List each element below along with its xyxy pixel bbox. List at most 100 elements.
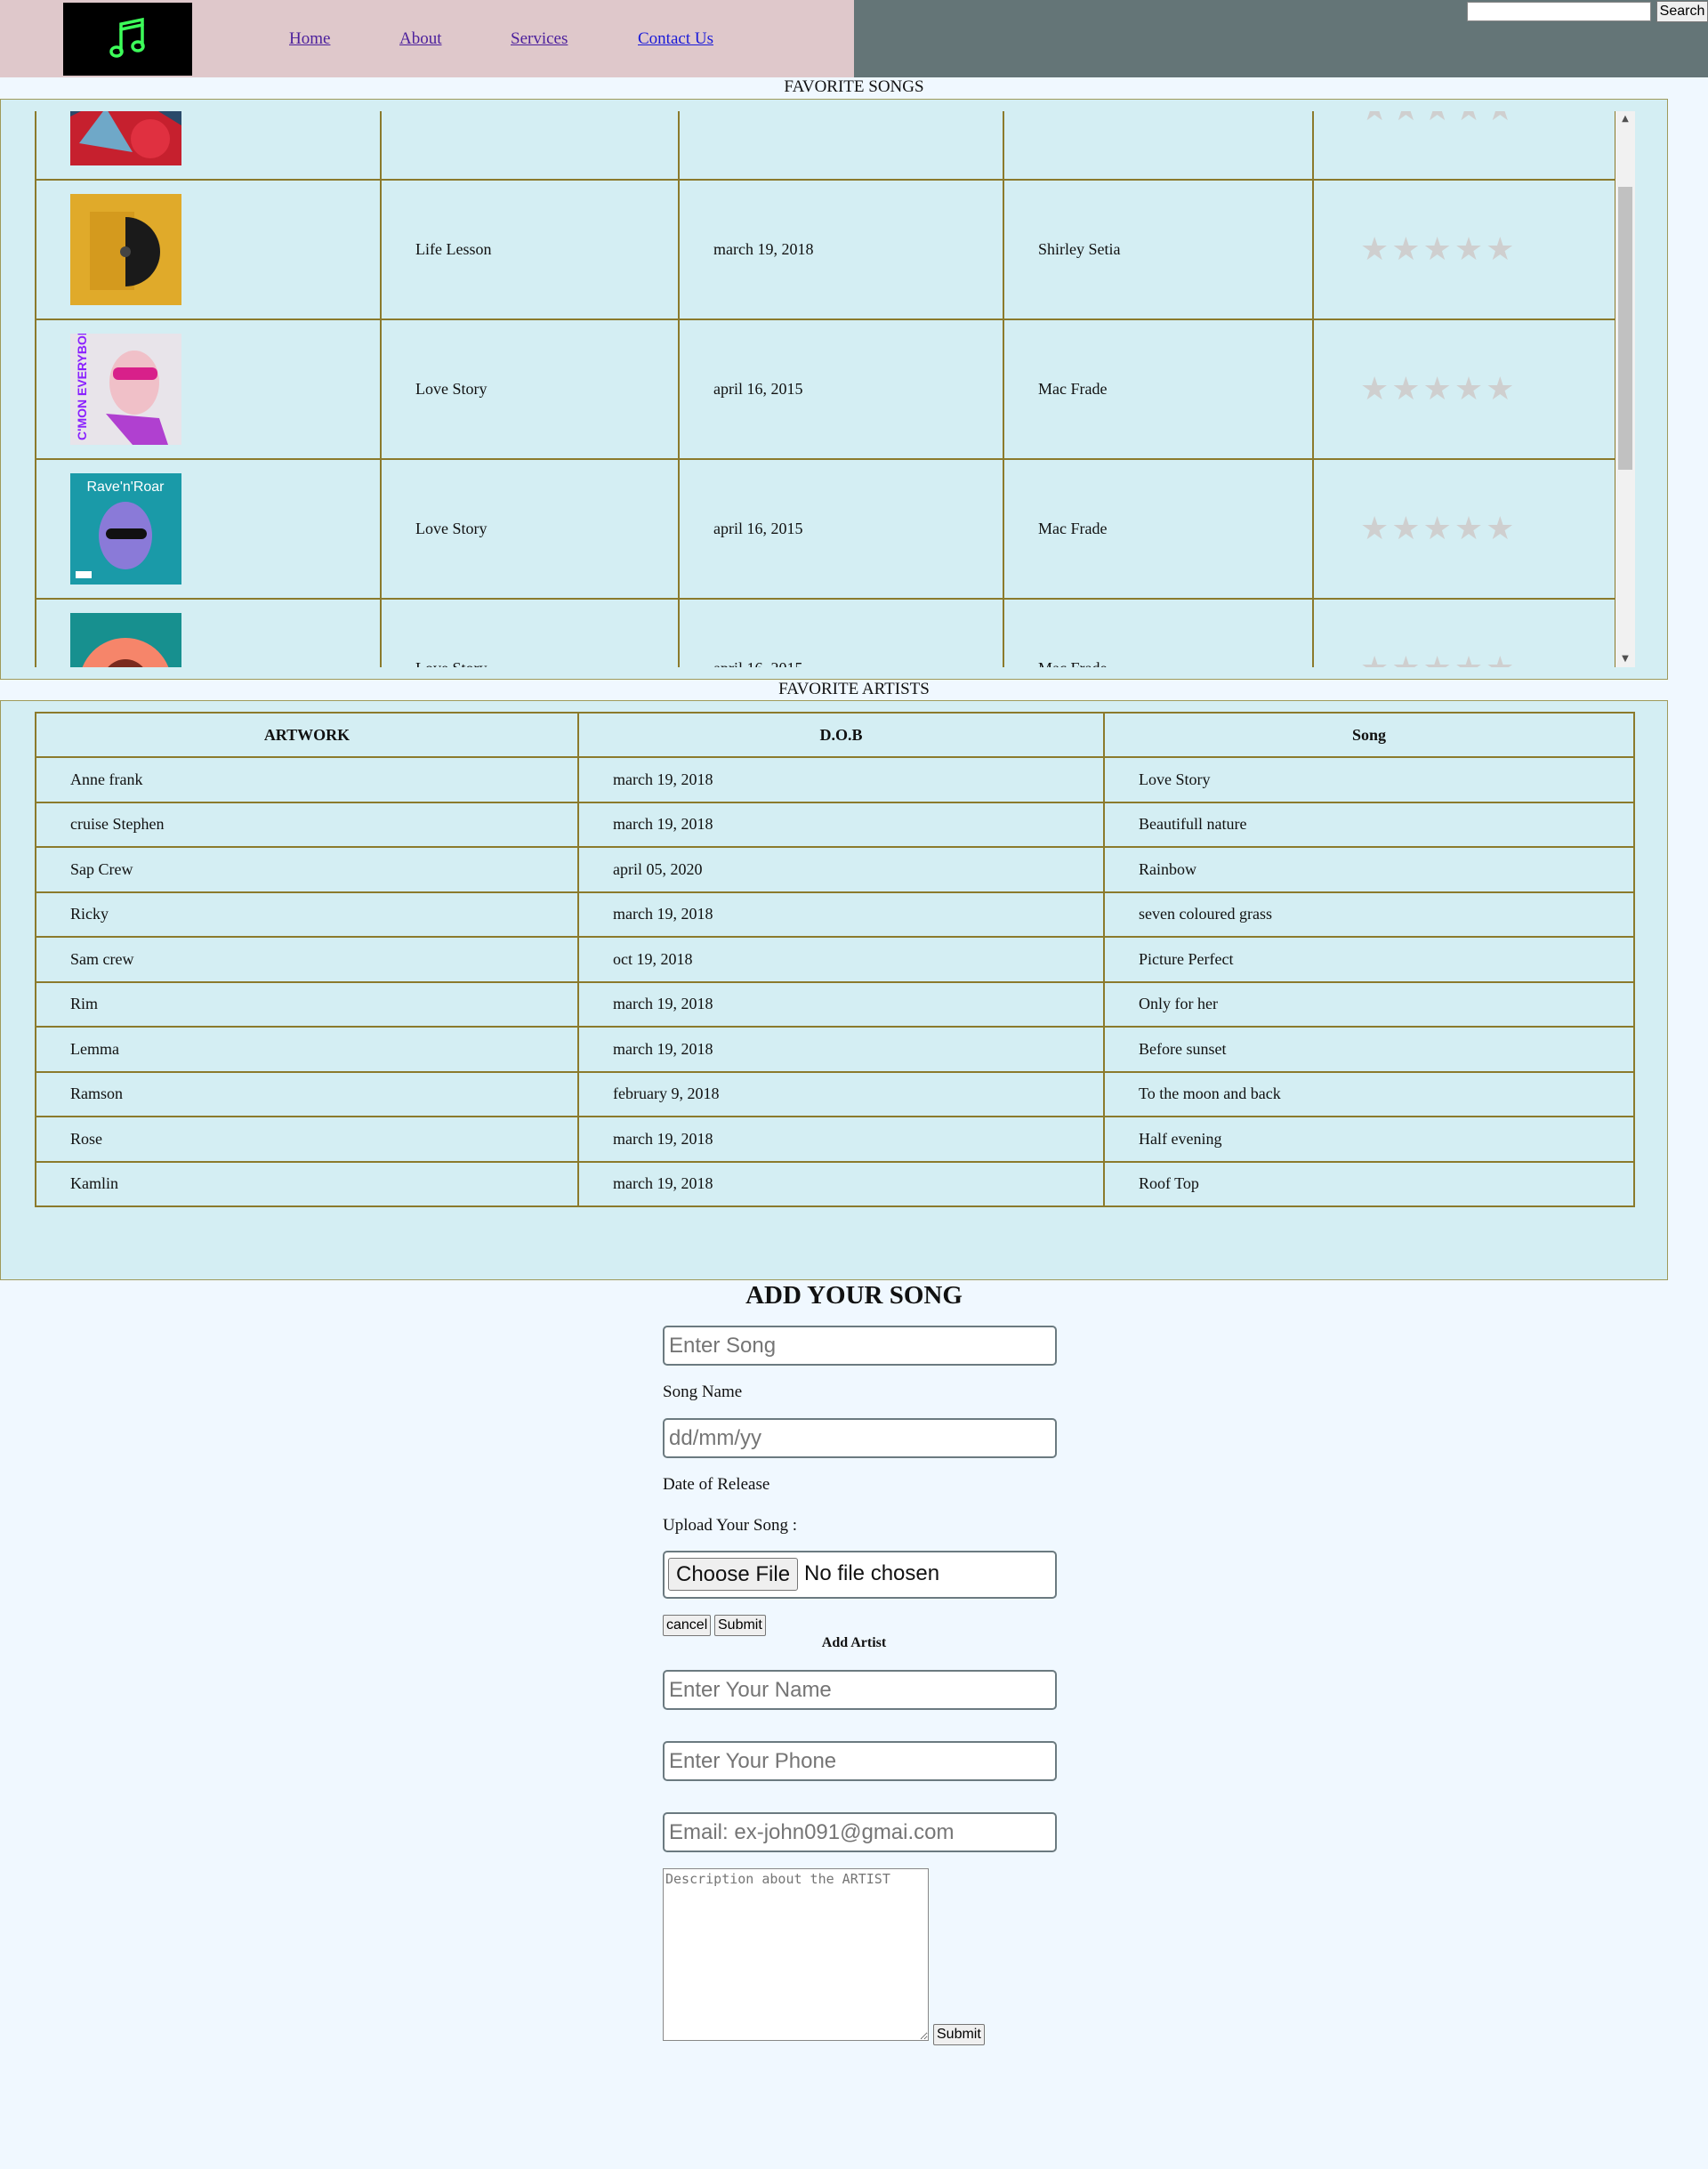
artists-table: ARTWORK D.O.B Song Anne frank march 19, 2… [35,712,1635,1207]
choose-file-button[interactable]: Choose File [668,1558,799,1591]
artist-name: Ramson [35,1070,579,1117]
artist-song: Half evening [1103,1116,1635,1163]
submit-artist-button[interactable]: Submit [933,2024,985,2045]
song-date [678,111,1004,181]
song-date: april 16, 2015 [678,458,1004,600]
album-cover-image: Rave'n'Roar [70,473,181,585]
song-artist: Mac Frade [1003,458,1314,600]
songs-section-title: FAVORITE SONGS [784,77,924,96]
artist-description-textarea[interactable] [663,1868,929,2041]
column-header: ARTWORK [35,712,579,758]
songs-table: ★★★★★ Life Lesson march 19, 2018 Shirley… [35,111,1616,667]
song-artist: Mac Frade [1003,598,1314,667]
artist-dob: march 19, 2018 [577,1026,1105,1073]
rating-stars[interactable]: ★★★★★ [1360,511,1517,547]
album-cover-image [70,613,181,667]
column-header: D.O.B [577,712,1105,758]
song-row: Rave'n'Roar Love Story april 16, 2015 Ma… [35,458,1616,600]
release-date-input[interactable] [663,1418,1057,1458]
search-input[interactable] [1467,2,1651,21]
table-row: Sam crew oct 19, 2018 Picture Perfect [35,936,1635,983]
song-date: april 16, 2015 [678,318,1004,460]
column-header: Song [1103,712,1635,758]
table-row: Kamlin march 19, 2018 Roof Top [35,1160,1635,1207]
nav-services-link[interactable]: Services [511,29,568,49]
song-artist: Mac Frade [1003,318,1314,460]
submit-song-button[interactable]: Submit [714,1615,766,1636]
song-artist [1003,111,1314,181]
logo[interactable] [63,3,192,76]
artist-name: Anne frank [35,756,579,803]
search-button[interactable]: Search [1656,1,1708,22]
artist-dob: march 19, 2018 [577,980,1105,1028]
song-title: Love Story [380,598,680,667]
scrollbar-thumb[interactable] [1618,187,1632,470]
song-name-input[interactable] [663,1326,1057,1366]
cover-text: C'MON EVERYBODY [75,334,89,440]
file-status-text: No file chosen [804,1561,940,1585]
file-upload-field[interactable]: Choose File No file chosen [663,1551,1057,1599]
artists-section-title: FAVORITE ARTISTS [778,680,930,698]
upload-song-label: Upload Your Song : [663,1516,797,1535]
rating-stars[interactable]: ★★★★★ [1360,371,1517,407]
rating-stars[interactable]: ★★★★★ [1360,231,1517,268]
artist-dob: march 19, 2018 [577,801,1105,848]
songs-panel: ★★★★★ Life Lesson march 19, 2018 Shirley… [0,99,1668,680]
add-artist-title: Add Artist [821,1635,887,1650]
album-cover-image: C'MON EVERYBODY [70,334,181,445]
song-row: Love Story april 16, 2015 Mac Frade ★★★★… [35,598,1616,667]
artist-song: Only for her [1103,980,1635,1028]
artist-song: Love Story [1103,756,1635,803]
song-row: Life Lesson march 19, 2018 Shirley Setia… [35,179,1616,320]
artist-song: Before sunset [1103,1026,1635,1073]
artist-dob: march 19, 2018 [577,891,1105,938]
song-row: C'MON EVERYBODY Love Story april 16, 201… [35,318,1616,460]
artist-song: Picture Perfect [1103,936,1635,983]
table-row: Ricky march 19, 2018 seven coloured grass [35,891,1635,938]
table-header-row: ARTWORK D.O.B Song [35,712,1635,758]
songs-scrollbar[interactable]: ▲ ▼ [1615,111,1635,667]
table-row: Ramson february 9, 2018 To the moon and ba… [35,1070,1635,1117]
scroll-down-arrow-icon[interactable]: ▼ [1615,651,1635,667]
song-title [380,111,680,181]
album-cover-image [70,194,181,305]
table-row: Lemma march 19, 2018 Before sunset [35,1026,1635,1073]
song-title: Life Lesson [380,179,680,320]
song-title: Love Story [380,318,680,460]
artist-name-input[interactable] [663,1670,1057,1710]
artist-phone-input[interactable] [663,1741,1057,1781]
release-date-label: Date of Release [663,1475,770,1494]
artists-panel: ARTWORK D.O.B Song Anne frank march 19, 2… [0,700,1668,1280]
add-song-title: ADD YOUR SONG [745,1281,963,1310]
artist-song: Rainbow [1103,846,1635,893]
artist-name: Sam crew [35,936,579,983]
song-name-label: Song Name [663,1383,743,1401]
table-row: Anne frank march 19, 2018 Love Story [35,756,1635,803]
artist-name: Kamlin [35,1160,579,1207]
song-date: march 19, 2018 [678,179,1004,320]
rating-stars[interactable]: ★★★★★ [1360,650,1517,667]
table-row: cruise Stephen march 19, 2018 Beautifull n… [35,801,1635,848]
songs-scroll-area[interactable]: ★★★★★ Life Lesson march 19, 2018 Shirley… [35,111,1635,667]
artist-dob: february 9, 2018 [577,1070,1105,1117]
rating-stars[interactable]: ★★★★★ [1360,111,1517,128]
nav-home-link[interactable]: Home [289,29,330,49]
artist-name: Lemma [35,1026,579,1073]
artist-name: cruise Stephen [35,801,579,848]
song-artist: Shirley Setia [1003,179,1314,320]
song-title: Love Story [380,458,680,600]
scroll-up-arrow-icon[interactable]: ▲ [1615,111,1635,127]
nav-contact-link[interactable]: Contact Us [638,29,713,49]
cover-text: Rave'n'Roar [86,480,165,495]
artist-dob: march 19, 2018 [577,756,1105,803]
artist-email-input[interactable] [663,1812,1057,1852]
song-row: ★★★★★ [35,111,1616,181]
artist-dob: march 19, 2018 [577,1116,1105,1163]
artist-song: Beautifull nature [1103,801,1635,848]
nav-about-link[interactable]: About [399,29,442,49]
table-row: Sap Crew april 05, 2020 Rainbow [35,846,1635,893]
cancel-button[interactable]: cancel [663,1615,712,1636]
artist-dob: oct 19, 2018 [577,936,1105,983]
artist-dob: march 19, 2018 [577,1160,1105,1207]
artist-name: Ricky [35,891,579,938]
